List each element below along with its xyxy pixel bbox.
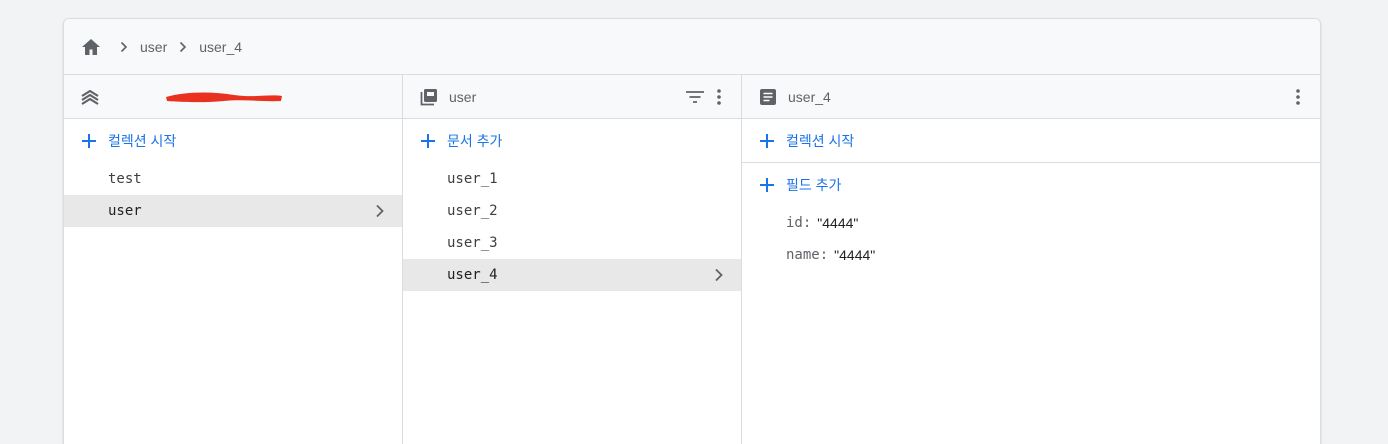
document-list: user_1 user_2 user_3 user_4 <box>403 163 741 291</box>
field-key: id: <box>786 215 812 231</box>
field-key: name: <box>786 247 829 263</box>
plus-icon <box>80 132 98 150</box>
breadcrumb-item-user[interactable]: user <box>140 39 167 55</box>
chevron-right-icon <box>372 203 388 219</box>
add-field-button[interactable]: 필드 추가 <box>742 163 1320 207</box>
chevron-right-icon <box>114 37 134 57</box>
document-title: user_4 <box>788 88 831 105</box>
filter-icon[interactable] <box>683 85 707 109</box>
firebase-project-icon <box>80 87 100 107</box>
field-row-id[interactable]: id: "4444" <box>742 207 1320 239</box>
start-subcollection-label: 컬렉션 시작 <box>786 132 855 149</box>
list-item-user[interactable]: user <box>64 195 402 227</box>
list-item-label: user_3 <box>447 235 498 251</box>
collection-list: test user <box>64 163 402 227</box>
list-item-user-4[interactable]: user_4 <box>403 259 741 291</box>
list-item-test[interactable]: test <box>64 163 402 195</box>
field-value: "4444" <box>817 215 859 231</box>
field-value: "4444" <box>834 247 876 263</box>
redaction-mark <box>166 92 282 103</box>
list-item-label: user <box>108 203 142 219</box>
start-collection-button[interactable]: 컬렉션 시작 <box>64 119 402 163</box>
more-vert-icon[interactable] <box>1286 85 1310 109</box>
collection-title: user <box>449 88 477 105</box>
list-item-user-2[interactable]: user_2 <box>403 195 741 227</box>
start-collection-label: 컬렉션 시작 <box>108 133 177 149</box>
list-item-label: test <box>108 171 142 187</box>
breadcrumb: user user_4 <box>64 19 1320 75</box>
breadcrumb-item-user-4[interactable]: user_4 <box>199 39 242 55</box>
plus-icon <box>758 132 776 150</box>
chevron-right-icon <box>173 37 193 57</box>
home-icon[interactable] <box>80 36 102 58</box>
list-item-user-1[interactable]: user_1 <box>403 163 741 195</box>
root-column: 컬렉션 시작 test user <box>64 75 403 444</box>
collection-column-header: user <box>403 75 741 119</box>
add-document-label: 문서 추가 <box>447 133 503 149</box>
list-item-label: user_1 <box>447 171 498 187</box>
plus-icon <box>758 176 776 194</box>
collection-icon <box>419 87 439 107</box>
list-item-label: user_4 <box>447 267 498 283</box>
list-item-user-3[interactable]: user_3 <box>403 227 741 259</box>
plus-icon <box>419 132 437 150</box>
list-item-label: user_2 <box>447 203 498 219</box>
document-icon <box>758 87 778 107</box>
field-row-name[interactable]: name: "4444" <box>742 239 1320 271</box>
firestore-panel: user user_4 컬렉션 시작 test user user 문서 추가 … <box>63 18 1321 444</box>
document-column-header: user_4 <box>742 75 1320 119</box>
chevron-right-icon <box>711 267 727 283</box>
add-field-label: 필드 추가 <box>786 177 842 193</box>
collection-column: user 문서 추가 user_1 user_2 user_3 user_4 <box>403 75 742 444</box>
document-column: user_4 컬렉션 시작 필드 추가 id: "4444" name: "44… <box>742 75 1320 444</box>
start-subcollection-button[interactable]: 컬렉션 시작 <box>742 119 1320 163</box>
add-document-button[interactable]: 문서 추가 <box>403 119 741 163</box>
more-vert-icon[interactable] <box>707 85 731 109</box>
